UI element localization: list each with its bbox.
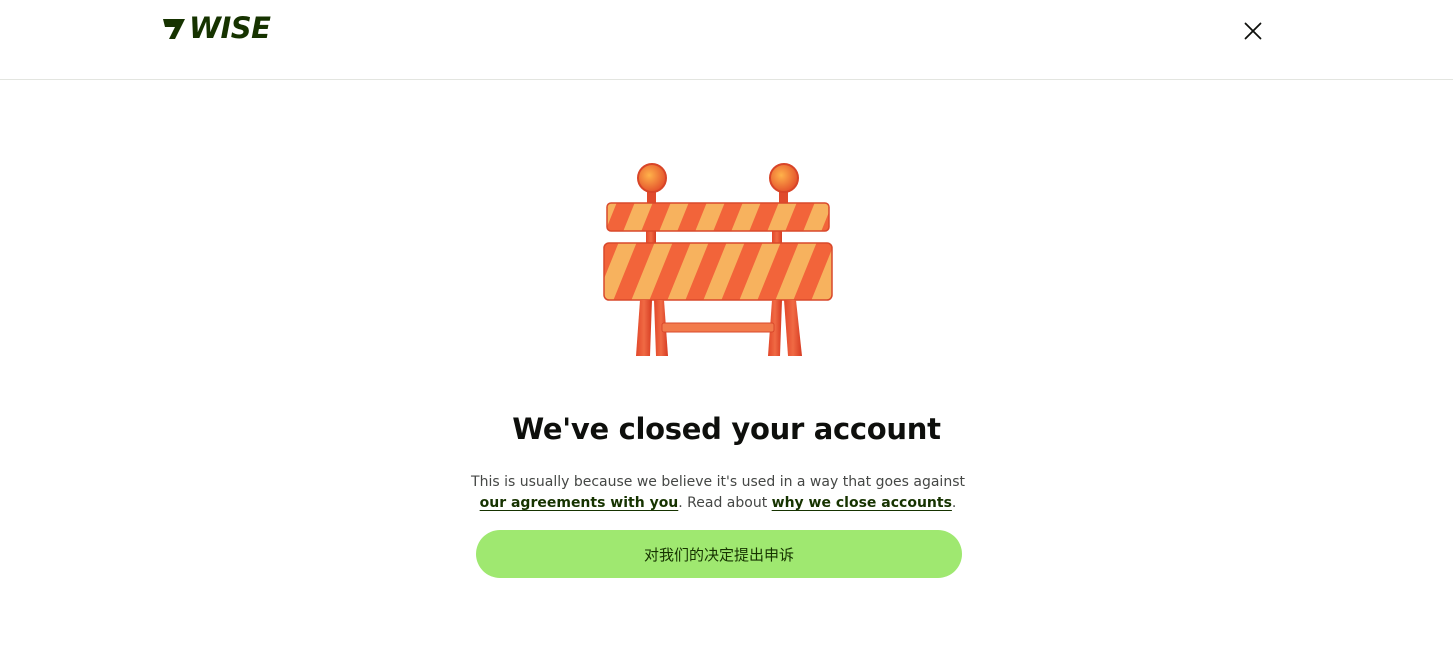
agreements-link[interactable]: our agreements with you [480, 495, 679, 511]
appeal-decision-button[interactable]: 对我们的决定提出申诉 [476, 530, 962, 578]
why-we-close-accounts-link[interactable]: why we close accounts [772, 495, 952, 511]
logo-wordmark: WISE [189, 11, 271, 45]
closure-description: This is usually because we believe it's … [460, 472, 976, 514]
close-icon [1244, 22, 1262, 40]
close-button[interactable] [1239, 17, 1267, 45]
top-bar: WISE [0, 0, 1453, 80]
description-text-middle: . Read about [678, 495, 772, 511]
description-text-before: This is usually because we believe it's … [471, 474, 965, 490]
description-text-after: . [951, 495, 957, 511]
road-barrier-icon [603, 163, 833, 356]
wise-logo[interactable]: WISE [161, 11, 271, 45]
wise-flag-icon [163, 19, 185, 39]
page-title: We've closed your account [512, 412, 941, 446]
